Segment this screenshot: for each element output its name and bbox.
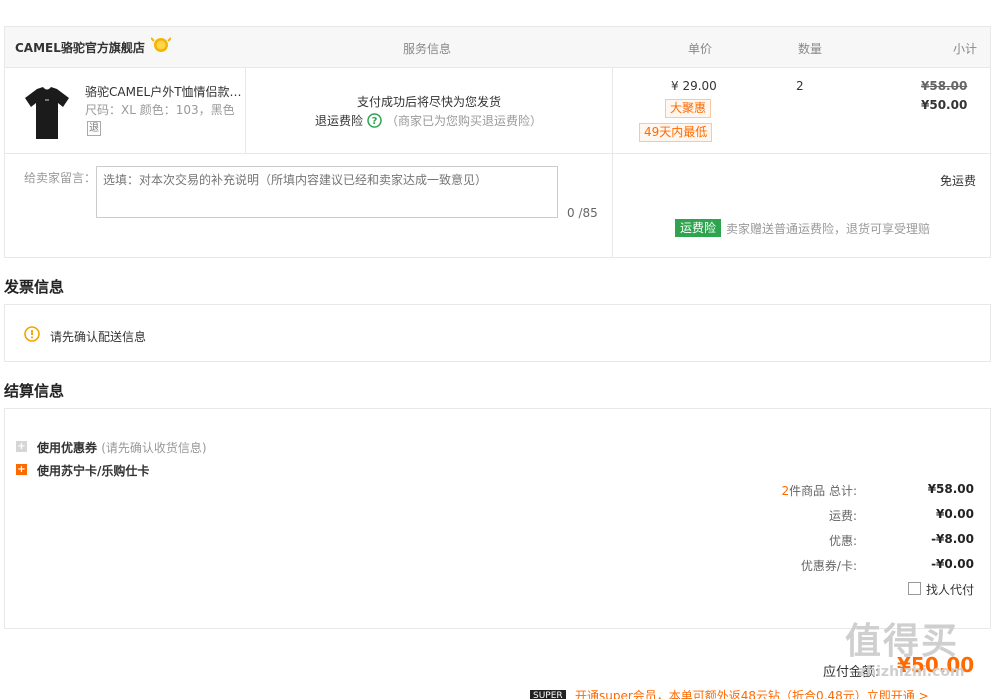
store-header: CAMEL骆驼官方旗舰店 服务信息 单价 数量 小计 — [4, 26, 991, 68]
subtotal-final: ¥50.00 — [921, 98, 968, 112]
watermark-site: zhizhizhi.com — [858, 664, 965, 680]
summary-freight-value: ¥0.00 — [936, 507, 974, 521]
settlement-box: + 使用优惠券 (请先确认收货信息) + 使用苏宁卡/乐购仕卡 2件商品 总计:… — [4, 408, 991, 629]
warning-icon — [24, 326, 40, 345]
insurance-description: 卖家赠送普通运费险，退货可享受理赔 — [726, 222, 931, 236]
column-header-subtotal: 小计 — [953, 42, 978, 56]
insurance-badge: 运费险 — [675, 219, 722, 237]
shipping-free-label: 免运费 — [940, 174, 977, 188]
settlement-section-title: 结算信息 — [4, 382, 65, 400]
column-header-price: 单价 — [688, 42, 713, 56]
promo-tag: 大聚惠 — [665, 99, 712, 118]
unit-price: ¥ 29.00 — [671, 79, 717, 93]
expand-coupon-icon[interactable]: + — [16, 441, 27, 452]
message-char-counter: 0 /85 — [567, 206, 598, 220]
agent-pay-checkbox[interactable] — [908, 582, 921, 595]
invoice-box: 请先确认配送信息 — [4, 304, 991, 362]
store-name[interactable]: CAMEL骆驼官方旗舰店 — [15, 39, 145, 56]
help-icon[interactable]: ? — [367, 113, 382, 131]
item-count-suffix: 件商品 总计: — [789, 484, 857, 498]
seller-message-input[interactable] — [96, 166, 558, 218]
coupon-note: (请先确认收货信息) — [101, 441, 207, 455]
super-badge: SUPER — [530, 690, 566, 699]
divider — [245, 67, 246, 153]
message-row: 给卖家留言： 0 /85 免运费 运费险 卖家赠送普通运费险，退货可享受理赔 — [4, 153, 991, 258]
expand-card-icon[interactable]: + — [16, 464, 27, 475]
lowest-price-tag: 49天内最低 — [639, 123, 713, 142]
column-header-quantity: 数量 — [798, 42, 823, 56]
service-shipping-note: 支付成功后将尽快为您发货 — [357, 95, 502, 109]
summary-total-label: 2件商品 总计: — [737, 482, 858, 499]
agent-pay-label[interactable]: 找人代付 — [926, 581, 974, 598]
column-header-service: 服务信息 — [403, 42, 452, 56]
super-membership-promo[interactable]: 开通super会员，本单可额外返48云钻（折合0.48元）立即开通 > — [575, 687, 929, 699]
subtotal-original: ¥58.00 — [921, 79, 968, 93]
use-coupon-option[interactable]: 使用优惠券 (请先确认收货信息) — [37, 439, 207, 456]
invoice-section-title: 发票信息 — [4, 278, 65, 296]
medal-icon — [150, 35, 172, 55]
service-insurance: 退运费险? （商家已为您购买退运费险） — [315, 112, 542, 131]
summary-discount-label: 优惠: — [828, 534, 857, 548]
insurance-note: （商家已为您购买退运费险） — [386, 114, 543, 128]
refund-tag: 退 — [87, 121, 101, 136]
divider — [612, 153, 613, 257]
quantity: 2 — [796, 79, 804, 93]
message-label: 给卖家留言： — [24, 171, 97, 185]
invoice-notice: 请先确认配送信息 — [50, 330, 147, 344]
product-row: 骆驼CAMEL户外T恤情侣款短袖 尺码：XL 颜色：103，黑色 退 支付成功后… — [4, 67, 991, 154]
use-card-option[interactable]: 使用苏宁卡/乐购仕卡 — [37, 462, 149, 479]
product-spec: 尺码：XL 颜色：103，黑色 — [85, 103, 235, 117]
insurance-label: 退运费险 — [315, 114, 364, 128]
divider — [612, 67, 613, 153]
product-thumbnail[interactable] — [23, 85, 71, 141]
summary-discount-value: -¥8.00 — [931, 532, 974, 546]
svg-text:?: ? — [372, 116, 378, 127]
summary-total-value: ¥58.00 — [927, 482, 974, 496]
item-count: 2 — [781, 484, 790, 498]
coupon-label: 使用优惠券 — [37, 441, 98, 455]
product-title[interactable]: 骆驼CAMEL户外T恤情侣款短袖 — [85, 83, 245, 100]
watermark-logo: 值得买 — [845, 621, 960, 662]
summary-coupon-card-label: 优惠券/卡: — [800, 559, 857, 573]
summary-coupon-card-value: -¥0.00 — [931, 557, 974, 571]
summary-freight-label: 运费: — [828, 509, 857, 523]
